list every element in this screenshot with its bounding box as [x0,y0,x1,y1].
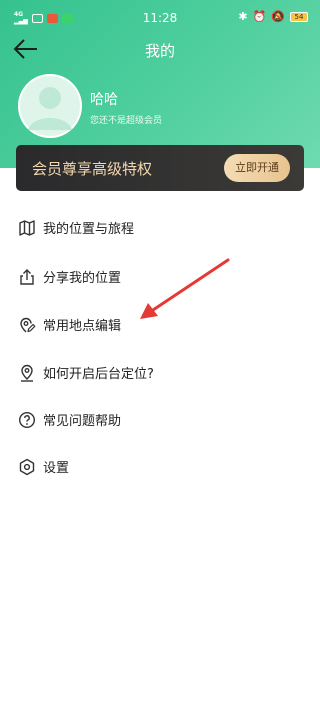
menu-item-label: 如何开启后台定位? [43,367,154,382]
avatar-placeholder-icon [18,74,82,138]
vip-banner[interactable]: 会员尊享高级特权 立即开通 [16,145,304,191]
avatar[interactable] [18,74,82,138]
page-title: 我的 [144,42,175,60]
menu-item-faq[interactable]: 常见问题帮助 [0,400,320,440]
mute-icon: 🔕 [271,10,285,23]
location-pin-icon [21,364,33,382]
activate-vip-button[interactable]: 立即开通 [224,154,290,182]
vip-banner-text: 会员尊享高级特权 [32,160,153,178]
help-icon [18,411,36,429]
share-icon [20,269,34,285]
member-status: 您还不是超级会员 [90,116,163,126]
menu-item-label: 常用地点编辑 [43,319,122,334]
menu-item-label: 设置 [43,461,70,476]
menu-item-background-location[interactable]: 如何开启后台定位? [0,353,320,393]
battery-icon: 54 [290,11,308,22]
menu-item-label: 分享我的位置 [43,271,122,286]
status-bar: 4G ▂▄▆ 11:28 ✱ ⏰ 🔕 54 [0,0,320,36]
menu-item-label: 常见问题帮助 [43,414,122,429]
menu-item-share-location[interactable]: 分享我的位置 [0,257,320,297]
map-icon [19,220,35,236]
settings-icon [19,458,35,476]
menu-item-settings[interactable]: 设置 [0,447,320,487]
status-icons-right: ✱ ⏰ 🔕 54 [238,10,308,23]
alarm-icon: ⏰ [252,10,267,23]
menu-item-label: 我的位置与旅程 [43,222,135,237]
menu-item-edit-places[interactable]: 常用地点编辑 [0,305,320,345]
menu-item-location-journey[interactable]: 我的位置与旅程 [0,208,320,248]
edit-location-icon [20,317,36,333]
username: 哈哈 [90,92,118,108]
bluetooth-icon: ✱ [238,10,248,23]
